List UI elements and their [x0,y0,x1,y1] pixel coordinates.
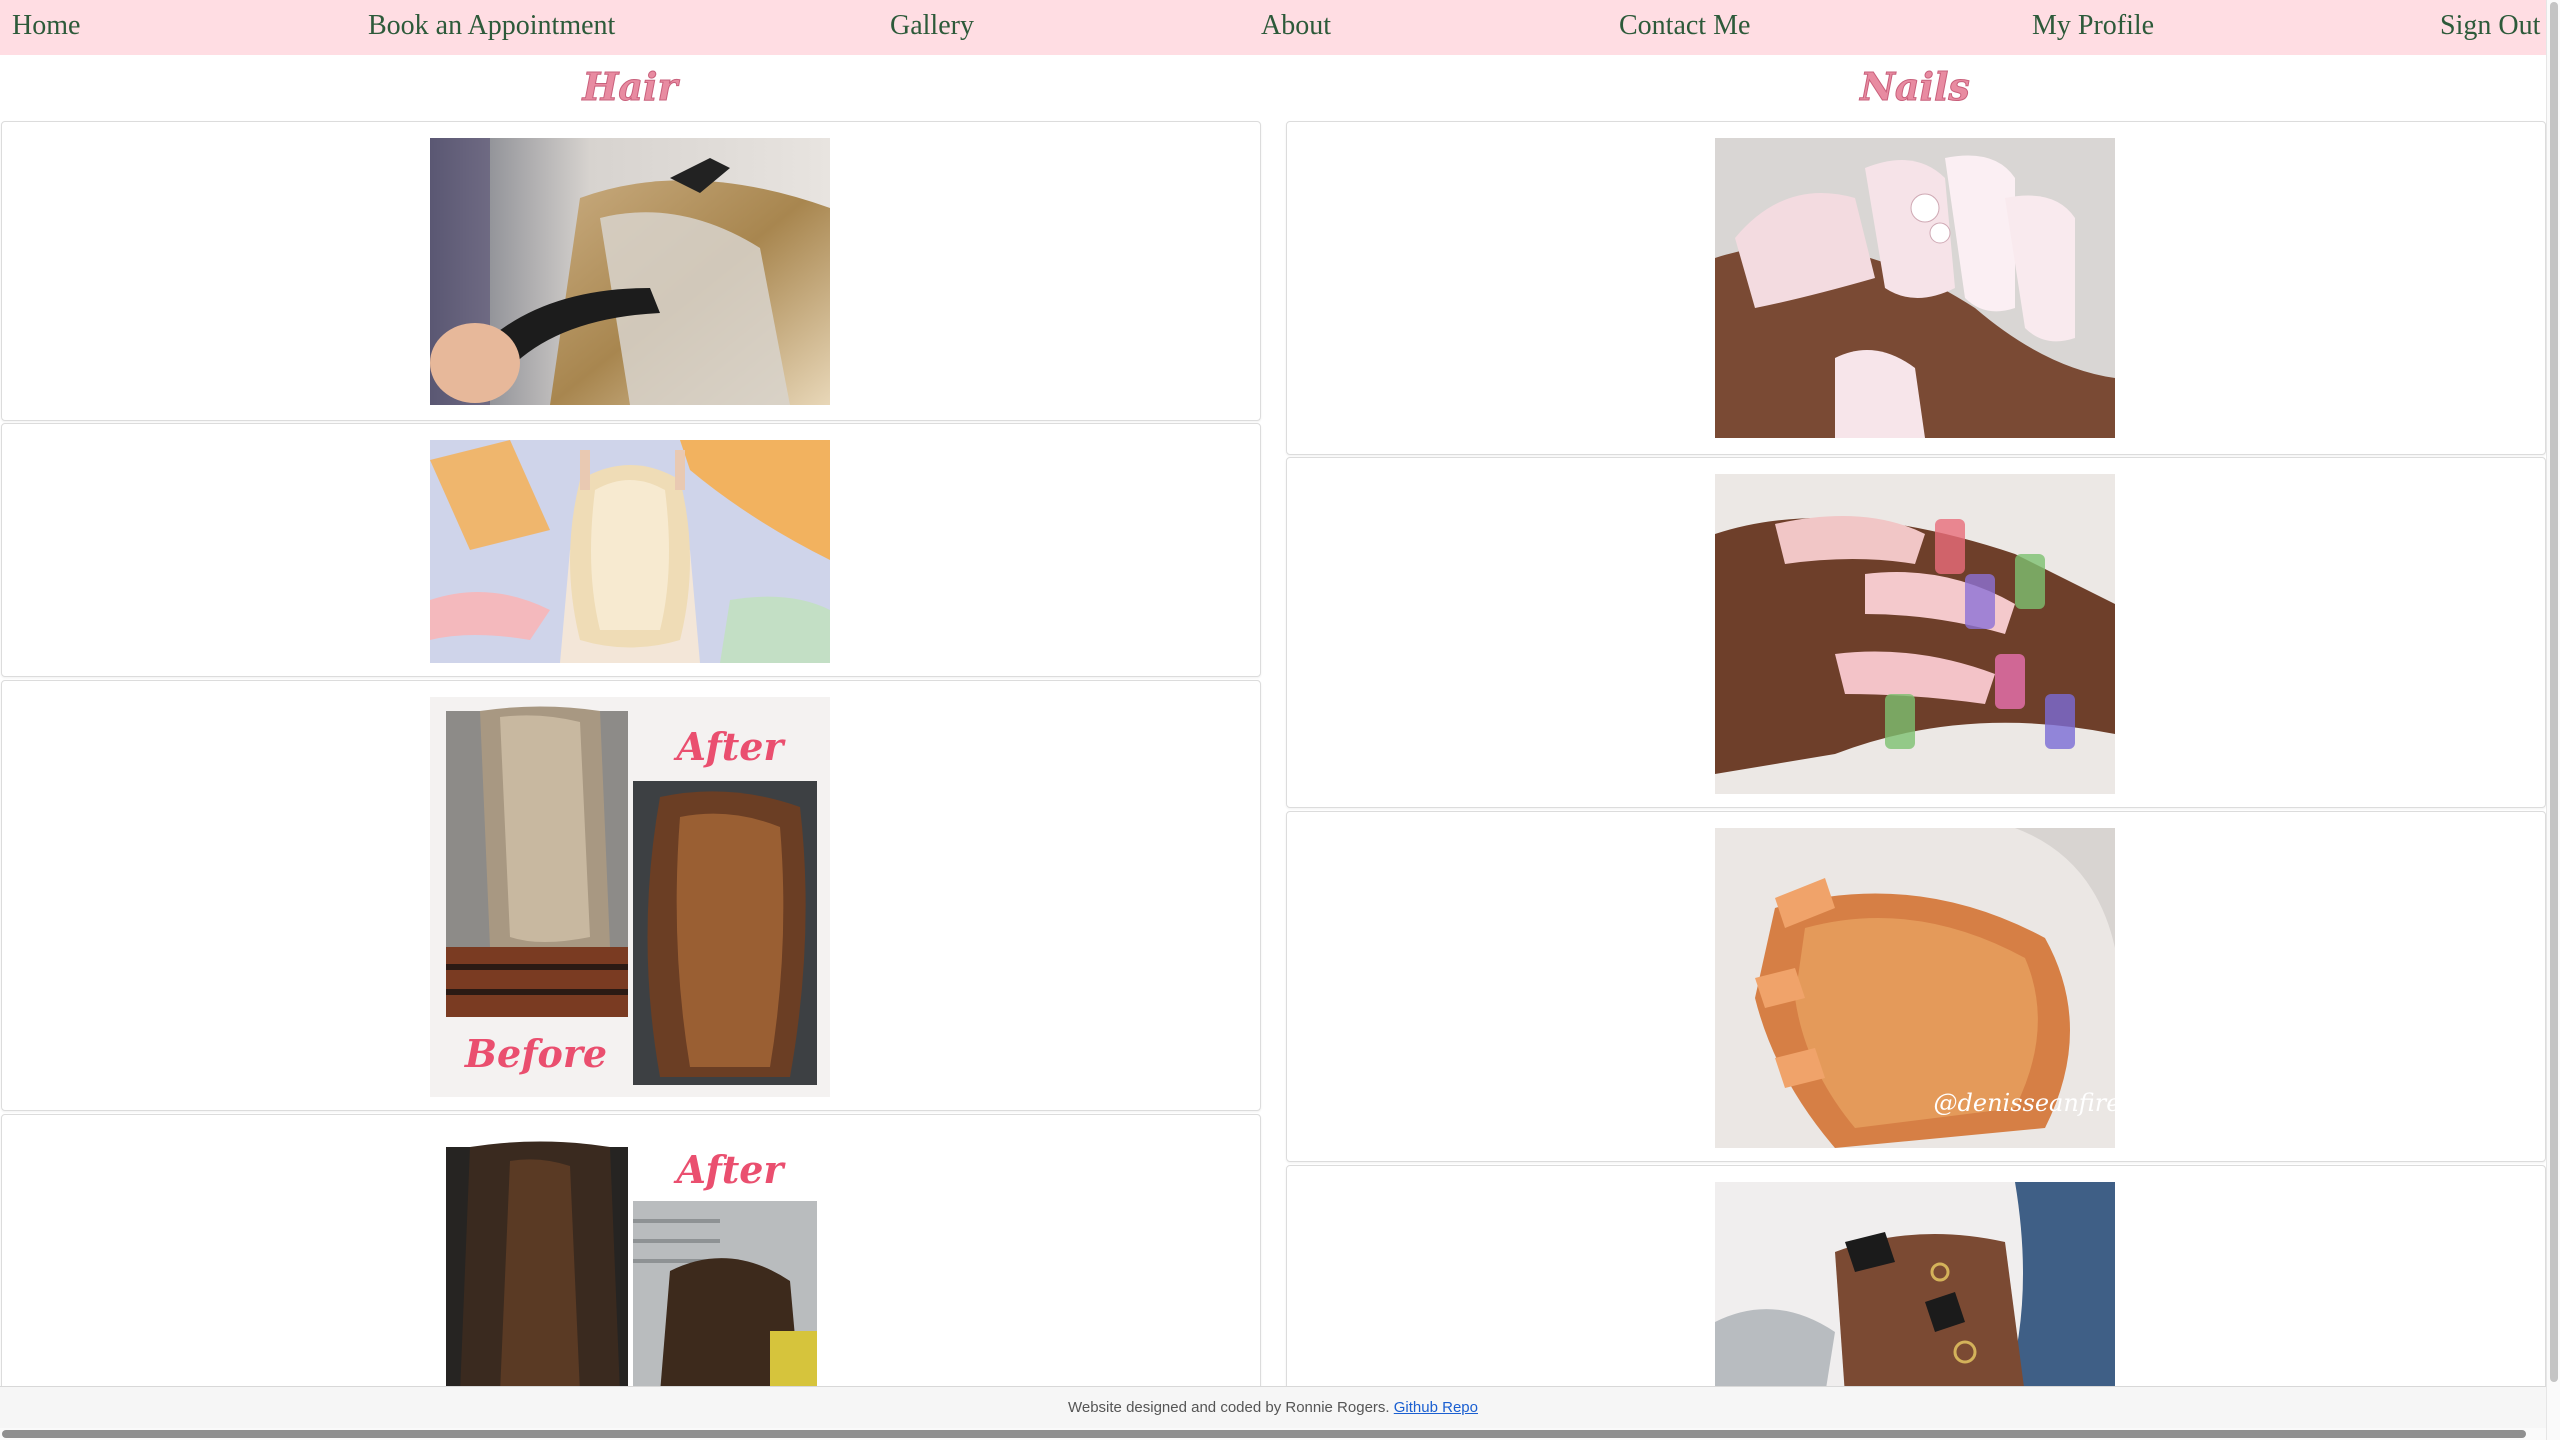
nav-sign-out-link[interactable]: Sign Out [2440,10,2540,42]
nails-photo-ombre-coffin[interactable] [1715,138,2115,438]
nails-photo-black-coffin-rings[interactable] [1715,1182,2115,1393]
vertical-scrollbar-thumb[interactable] [2550,2,2558,1382]
github-repo-link[interactable]: Github Repo [1394,1399,1478,1416]
hair-photo-before-after-2[interactable]: After [430,1131,830,1393]
footer-credit-text: Website designed and coded by Ronnie Rog… [1067,1399,1390,1416]
nails-card-1 [1286,121,2546,455]
nails-card-3: @denisseanfire [1286,811,2546,1162]
hair-section-title: Hair [582,64,678,110]
hair-photo-blonde-waves[interactable] [430,440,830,663]
hair-photo-foil-highlights[interactable] [430,138,830,405]
nails-section-title: Nails [1860,64,1971,110]
nav-about-link[interactable]: About [1261,10,1331,42]
nails-card-4 [1286,1165,2546,1394]
nails-photo-floral-french[interactable] [1715,474,2115,794]
after-label-2: After [674,1147,787,1192]
hair-photo-before-after-2-image: After [430,1131,830,1393]
horizontal-scrollbar-thumb[interactable] [2,1430,2526,1438]
site-footer: Website designed and coded by Ronnie Rog… [0,1386,2546,1428]
nails-photo-orange-french-image: @denisseanfire [1715,828,2115,1148]
hair-photo-before-after-1[interactable]: After Before [430,697,830,1097]
nails-photo-orange-french[interactable]: @denisseanfire [1715,828,2115,1148]
hair-photo-blonde-waves-image [430,440,830,663]
top-navigation: Home Book an Appointment Gallery About C… [0,0,2546,55]
nails-watermark: @denisseanfire [1934,1089,2115,1117]
nails-photo-floral-french-image [1715,474,2115,794]
nav-book-appointment-link[interactable]: Book an Appointment [368,10,615,42]
hair-photo-before-after-1-image: After Before [430,697,830,1097]
nails-photo-black-coffin-rings-image [1715,1182,2115,1393]
nails-card-2 [1286,457,2546,808]
hair-card-1 [1,121,1261,421]
nav-contact-link[interactable]: Contact Me [1619,10,1750,42]
after-label: After [674,724,787,769]
nav-gallery-link[interactable]: Gallery [890,10,974,42]
hair-card-4: After [1,1114,1261,1394]
nails-photo-ombre-coffin-image [1715,138,2115,438]
nav-home-link[interactable]: Home [12,10,80,42]
nav-my-profile-link[interactable]: My Profile [2032,10,2154,42]
before-label: Before [464,1031,607,1076]
vertical-scrollbar[interactable] [2546,0,2560,1440]
hair-card-3: After Before [1,680,1261,1111]
hair-photo-foil-highlights-image [430,138,830,405]
hair-card-2 [1,423,1261,677]
horizontal-scrollbar[interactable] [0,1428,2546,1440]
